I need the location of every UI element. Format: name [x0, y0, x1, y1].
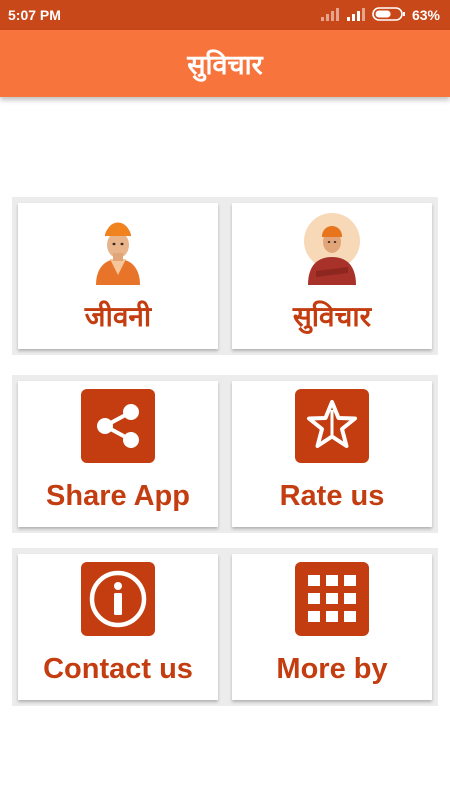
battery-icon [372, 6, 406, 25]
share-app-label: Share App [46, 480, 190, 512]
menu-row-1: जीवनी सुविचार [12, 197, 438, 355]
rate-us-card[interactable]: Rate us [232, 381, 432, 527]
share-app-card[interactable]: Share App [18, 381, 218, 527]
status-icons: 63% [320, 6, 440, 25]
quotes-label: सुविचार [292, 300, 372, 333]
page-title: सुविचार [187, 50, 263, 81]
status-bar: 5:07 PM 63% [0, 0, 450, 30]
info-icon [81, 562, 155, 636]
share-icon [81, 389, 155, 463]
contact-us-card[interactable]: Contact us [18, 554, 218, 700]
biography-label: जीवनी [84, 300, 152, 333]
contact-us-label: Contact us [43, 653, 193, 685]
biography-card[interactable]: जीवनी [18, 203, 218, 349]
portrait-folded-arms-icon [232, 209, 432, 285]
portrait-icon [18, 209, 218, 285]
signal-strong-icon [346, 7, 366, 24]
more-by-label: More by [276, 653, 388, 685]
signal-weak-icon [320, 7, 340, 24]
battery-percent: 63% [411, 7, 440, 23]
app-bar: सुविचार [0, 30, 450, 97]
rate-us-label: Rate us [279, 480, 385, 512]
status-time: 5:07 PM [8, 7, 61, 23]
grid-icon [295, 562, 369, 636]
more-by-card[interactable]: More by [232, 554, 432, 700]
quotes-card[interactable]: सुविचार [232, 203, 432, 349]
star-icon [295, 389, 369, 463]
menu-row-2: Share App Rate us [12, 375, 438, 533]
menu-row-3: Contact us More by [12, 548, 438, 706]
